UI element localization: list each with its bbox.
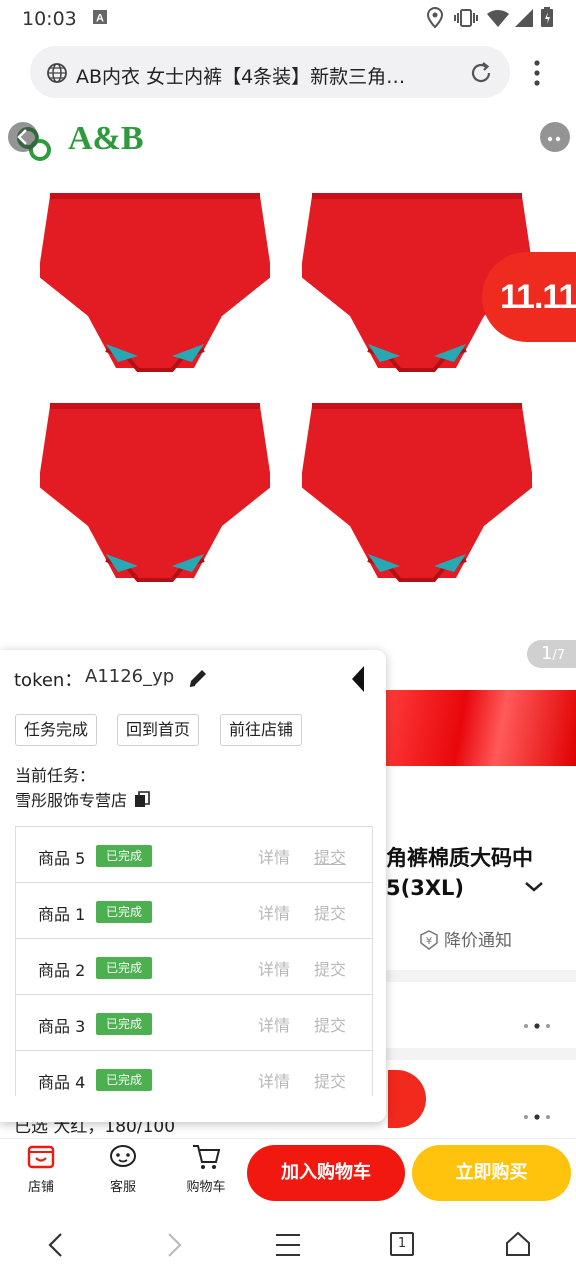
- image-counter-current: 1: [541, 643, 553, 664]
- menu-icon[interactable]: [274, 1232, 302, 1258]
- product-title-line1: 角裤棉质大码中: [386, 846, 533, 870]
- task-row: 商品 5 已完成 详情 提交: [16, 827, 372, 883]
- buy-now-button[interactable]: 立即购买: [412, 1145, 571, 1201]
- task-status-badge: 已完成: [96, 845, 152, 867]
- back-icon[interactable]: [44, 1232, 68, 1258]
- image-counter: 1/7: [527, 640, 576, 668]
- shop-label: 店铺: [27, 1180, 54, 1195]
- current-task-label: 当前任务：: [15, 766, 96, 785]
- shop-tab[interactable]: 店铺: [18, 1142, 64, 1195]
- task-list: 商品 5 已完成 详情 提交 商品 1 已完成 详情 提交 商品 2 已完成 详…: [15, 826, 373, 1096]
- section-divider: [386, 1048, 576, 1060]
- image-counter-total: /7: [552, 648, 566, 663]
- price-notify-link[interactable]: ¥ 降价通知: [418, 926, 512, 951]
- task-name: 商品 2: [38, 961, 86, 980]
- add-to-cart-button[interactable]: 加入购物车: [247, 1145, 405, 1201]
- task-name: 商品 4: [38, 1073, 86, 1092]
- task-name: 商品 5: [38, 849, 86, 868]
- more-options-icon[interactable]: [522, 1113, 552, 1121]
- promo-banner[interactable]: [386, 690, 576, 766]
- reload-icon[interactable]: [468, 60, 494, 86]
- task-submit-link[interactable]: 提交: [314, 1068, 346, 1092]
- task-name: 商品 3: [38, 1017, 86, 1036]
- back-arrow-icon: [17, 129, 27, 145]
- task-detail-link[interactable]: 详情: [258, 900, 290, 924]
- battery-icon: [541, 7, 553, 27]
- cart-icon: [193, 1145, 221, 1169]
- task-detail-link[interactable]: 详情: [258, 1012, 290, 1036]
- globe-icon: [47, 63, 67, 83]
- token-label: token：: [14, 670, 83, 691]
- service-label: 客服: [109, 1180, 136, 1195]
- task-submit-link[interactable]: 提交: [314, 900, 346, 924]
- tab-count: 1: [397, 1236, 407, 1251]
- partial-cta-button[interactable]: [388, 1070, 426, 1128]
- cart-label: 购物车: [186, 1180, 226, 1195]
- task-detail-link[interactable]: 详情: [258, 956, 290, 980]
- service-tab[interactable]: 客服: [100, 1142, 146, 1195]
- promo-badge-1111[interactable]: 11.11: [482, 252, 576, 342]
- shop-icon: [27, 1145, 55, 1169]
- price-notify-label: 降价通知: [444, 931, 512, 951]
- current-task-value: 雪彤服饰专营店: [15, 787, 151, 811]
- product-title-line2: 5(3XL): [386, 876, 464, 900]
- task-row: 商品 1 已完成 详情 提交: [16, 883, 372, 939]
- task-name: 商品 1: [38, 905, 86, 924]
- svg-text:¥: ¥: [426, 936, 432, 947]
- location-icon: [426, 7, 444, 29]
- task-submit-link[interactable]: 提交: [314, 1012, 346, 1036]
- customer-service-icon: [110, 1145, 136, 1167]
- task-row: 商品 2 已完成 详情 提交: [16, 939, 372, 995]
- product-image[interactable]: [0, 110, 576, 650]
- task-detail-link[interactable]: 详情: [258, 1068, 290, 1092]
- brand-logo-text: A&B: [68, 120, 144, 157]
- product-garment-3: [40, 403, 270, 582]
- task-complete-button[interactable]: 任务完成: [15, 714, 98, 746]
- back-home-button[interactable]: 回到首页: [117, 714, 200, 746]
- task-status-badge: 已完成: [96, 901, 152, 923]
- tabs-button[interactable]: 1: [390, 1232, 414, 1256]
- task-status-badge: 已完成: [96, 1013, 152, 1035]
- task-status-badge: 已完成: [96, 1069, 152, 1091]
- task-submit-link[interactable]: 提交: [314, 844, 346, 868]
- task-row: 商品 4 已完成 详情 提交: [16, 1051, 372, 1096]
- image-back-button[interactable]: [8, 122, 38, 152]
- task-status-badge: 已完成: [96, 957, 152, 979]
- chevron-down-icon[interactable]: [524, 880, 544, 894]
- status-time: 10:03: [22, 8, 77, 30]
- more-dots-icon: [547, 136, 561, 142]
- vibrate-icon: [454, 9, 478, 27]
- product-garment-1: [40, 193, 270, 372]
- collapse-panel-icon[interactable]: [348, 664, 370, 694]
- wifi-icon: [487, 9, 509, 27]
- current-task-store: 雪彤服饰专营店: [15, 791, 128, 810]
- notification-icon: A: [93, 10, 107, 25]
- forward-icon[interactable]: [162, 1232, 186, 1258]
- svg-text:A: A: [96, 13, 104, 25]
- url-title[interactable]: AB内衣 女士内裤【4条装】新款三角…: [76, 62, 456, 89]
- home-icon[interactable]: [504, 1230, 532, 1258]
- task-detail-link[interactable]: 详情: [258, 844, 290, 868]
- signal-icon: [515, 9, 533, 27]
- task-row: 商品 3 已完成 详情 提交: [16, 995, 372, 1051]
- token-value: A1126_yp: [85, 666, 175, 687]
- more-options-icon[interactable]: [522, 1022, 552, 1030]
- go-store-button[interactable]: 前往店铺: [220, 714, 303, 746]
- more-menu-icon[interactable]: [528, 58, 546, 88]
- section-divider: [386, 970, 576, 982]
- product-garment-4: [302, 403, 532, 582]
- image-more-button[interactable]: [540, 122, 570, 152]
- task-submit-link[interactable]: 提交: [314, 956, 346, 980]
- cart-tab[interactable]: 购物车: [181, 1142, 231, 1195]
- edit-pencil-icon[interactable]: [186, 666, 210, 690]
- copy-icon[interactable]: [133, 791, 151, 809]
- price-tag-icon: ¥: [420, 930, 438, 950]
